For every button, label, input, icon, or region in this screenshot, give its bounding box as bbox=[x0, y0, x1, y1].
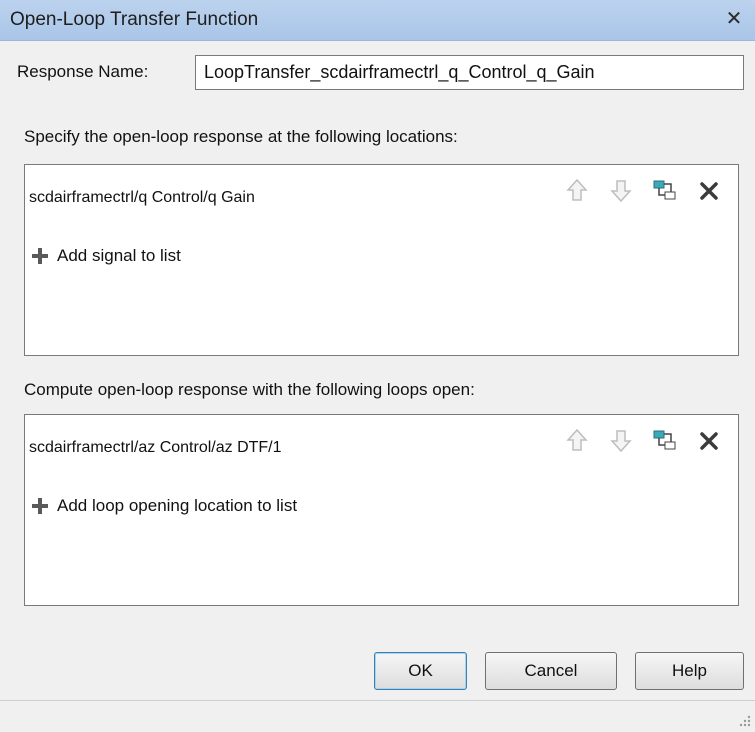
close-icon[interactable]: ✕ bbox=[721, 6, 747, 32]
help-button[interactable]: Help bbox=[635, 652, 744, 690]
highlight-model-icon[interactable] bbox=[650, 176, 680, 206]
add-loop-opening-label: Add loop opening location to list bbox=[57, 496, 298, 515]
ok-button[interactable]: OK bbox=[374, 652, 467, 690]
arrow-down-icon[interactable] bbox=[606, 176, 636, 206]
add-signal-row[interactable]: Add signal to list bbox=[29, 244, 181, 268]
status-bar bbox=[0, 700, 755, 731]
title-bar[interactable]: Open-Loop Transfer Function ✕ bbox=[0, 0, 755, 41]
response-name-input[interactable] bbox=[195, 55, 744, 90]
delete-x-icon[interactable] bbox=[694, 426, 724, 456]
cancel-button[interactable]: Cancel bbox=[485, 652, 617, 690]
location-list-item[interactable]: scdairframectrl/q Control/q Gain bbox=[29, 189, 255, 207]
arrow-down-icon[interactable] bbox=[606, 426, 636, 456]
loops-section-label: Compute open-loop response with the foll… bbox=[24, 380, 475, 399]
locations-section-label: Specify the open-loop response at the fo… bbox=[24, 127, 458, 146]
locations-listbox[interactable]: scdairframectrl/q Control/q Gain Add sig… bbox=[24, 164, 739, 356]
response-name-label: Response Name: bbox=[17, 62, 149, 81]
add-loop-opening-row[interactable]: Add loop opening location to list bbox=[29, 494, 297, 518]
add-signal-label: Add signal to list bbox=[57, 246, 181, 265]
loop-list-item[interactable]: scdairframectrl/az Control/az DTF/1 bbox=[29, 439, 282, 457]
arrow-up-icon[interactable] bbox=[562, 426, 592, 456]
arrow-up-icon[interactable] bbox=[562, 176, 592, 206]
plus-icon bbox=[29, 495, 51, 517]
plus-icon bbox=[29, 245, 51, 267]
delete-x-icon[interactable] bbox=[694, 176, 724, 206]
resize-grip-icon[interactable] bbox=[737, 713, 751, 727]
locations-toolbar bbox=[562, 173, 724, 209]
loops-toolbar bbox=[562, 423, 724, 459]
loops-listbox[interactable]: scdairframectrl/az Control/az DTF/1 Add … bbox=[24, 414, 739, 606]
dialog-window: Open-Loop Transfer Function ✕ Response N… bbox=[0, 0, 755, 731]
window-title: Open-Loop Transfer Function bbox=[10, 9, 259, 30]
highlight-model-icon[interactable] bbox=[650, 426, 680, 456]
